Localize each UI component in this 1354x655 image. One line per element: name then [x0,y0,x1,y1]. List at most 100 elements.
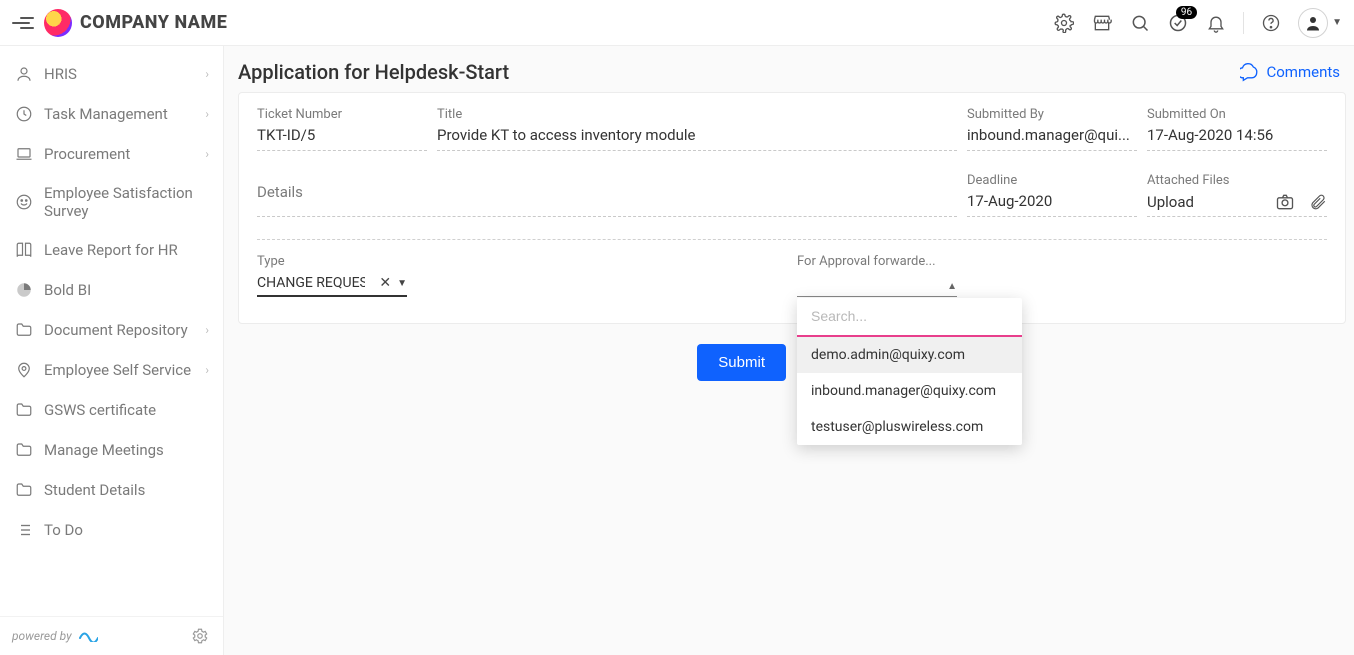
submitted-by-field: Submitted By inbound.manager@qui... [967,107,1137,151]
chevron-up-icon: ▲ [947,281,957,292]
form-card: Ticket Number TKT-ID/5 Title Provide KT … [238,92,1346,324]
title-field: Title Provide KT to access inventory mod… [437,107,957,151]
sidebar-item-procurement[interactable]: Procurement› [0,134,223,174]
page-title: Application for Helpdesk-Start [238,60,509,84]
sidebar-item-employee-satisfaction-survey[interactable]: Employee Satisfaction Survey [0,174,223,230]
powered-by-logo-icon [78,630,96,642]
menu-toggle-icon[interactable] [12,12,34,34]
deadline-field: Deadline 17-Aug-2020 [967,173,1137,217]
sidebar-item-label: GSWS certificate [44,401,209,419]
search-icon[interactable] [1129,12,1151,34]
ticket-number-label: Ticket Number [257,107,427,122]
chevron-down-icon: ▼ [1332,17,1342,28]
sidebar-item-label: Bold BI [44,281,209,299]
action-bar: Submit Cancel [238,324,1346,401]
folder-icon [14,440,34,460]
sidebar-item-label: Leave Report for HR [44,241,209,259]
sidebar-item-document-repository[interactable]: Document Repository› [0,310,223,350]
approval-field: For Approval forwarde... ▲ demo.admin@qu… [797,254,1327,297]
title-value: Provide KT to access inventory module [437,126,957,144]
separator [1243,12,1244,34]
sidebar-item-student-details[interactable]: Student Details [0,470,223,510]
sidebar-item-label: To Do [44,521,209,539]
clear-icon[interactable]: ✕ [379,275,391,291]
gear-icon[interactable] [1053,12,1075,34]
sidebar-footer: powered by [0,616,223,655]
sidebar-item-manage-meetings[interactable]: Manage Meetings [0,430,223,470]
chevron-right-icon: › [205,363,209,377]
attachment-icon[interactable] [1309,193,1327,211]
title-label: Title [437,107,957,122]
list-icon [14,520,34,540]
sidebar: HRIS›Task Management›Procurement›Employe… [0,46,224,655]
comments-link[interactable]: Comments [1240,62,1340,82]
chevron-right-icon: › [205,323,209,337]
sidebar-item-label: Student Details [44,481,209,499]
sidebar-item-label: Employee Satisfaction Survey [44,184,209,220]
chevron-right-icon: › [205,107,209,121]
chevron-right-icon: › [205,67,209,81]
brand-text: COMPANY NAME [80,12,227,33]
sidebar-item-employee-self-service[interactable]: Employee Self Service› [0,350,223,390]
bell-icon[interactable] [1205,12,1227,34]
laptop-icon [14,144,34,164]
chevron-right-icon: › [205,147,209,161]
attached-files-field: Attached Files Upload [1147,173,1327,217]
chevron-down-icon: ▼ [397,278,407,289]
folder-icon [14,320,34,340]
store-icon[interactable] [1091,12,1113,34]
clock-icon [14,104,34,124]
piechart-icon [14,280,34,300]
help-icon[interactable] [1260,12,1282,34]
details-field[interactable]: Details [257,183,957,217]
deadline-value: 17-Aug-2020 [967,192,1137,210]
user-menu[interactable]: ▼ [1298,8,1342,38]
brand-logo-icon [44,9,72,37]
avatar-icon [1298,8,1328,38]
sidebar-settings-icon[interactable] [189,625,211,647]
sidebar-item-label: Procurement [44,145,205,163]
sidebar-item-bold-bi[interactable]: Bold BI [0,270,223,310]
sidebar-item-hris[interactable]: HRIS› [0,54,223,94]
dropdown-search [797,298,1022,337]
dropdown-option[interactable]: testuser@pluswireless.com [797,409,1022,445]
sidebar-item-label: Manage Meetings [44,441,209,459]
sidebar-item-task-management[interactable]: Task Management› [0,94,223,134]
upload-button[interactable]: Upload [1147,193,1261,211]
sidebar-item-label: Document Repository [44,321,205,339]
sidebar-item-leave-report-for-hr[interactable]: Leave Report for HR [0,230,223,270]
sidebar-item-label: Task Management [44,105,205,123]
sidebar-item-gsws-certificate[interactable]: GSWS certificate [0,390,223,430]
user-icon [14,64,34,84]
pin-icon [14,360,34,380]
comments-label: Comments [1266,63,1340,81]
attached-files-label: Attached Files [1147,173,1327,188]
comments-icon [1240,62,1260,82]
submitted-by-label: Submitted By [967,107,1137,122]
type-value: CHANGE REQUEST [257,275,365,291]
brand[interactable]: COMPANY NAME [44,9,227,37]
approval-dropdown: demo.admin@quixy.cominbound.manager@quix… [797,298,1022,445]
ticket-number-value: TKT-ID/5 [257,126,427,144]
divider [257,239,1327,240]
ticket-number-field: Ticket Number TKT-ID/5 [257,107,427,151]
dropdown-option[interactable]: demo.admin@quixy.com [797,337,1022,373]
approval-label: For Approval forwarde... [797,254,1327,269]
approval-select[interactable]: ▲ [797,273,957,297]
submit-button[interactable]: Submit [697,344,786,381]
sidebar-item-label: Employee Self Service [44,361,205,379]
type-field: Type CHANGE REQUEST ✕ ▼ [257,254,777,297]
notification-count-badge: 96 [1176,6,1197,19]
sidebar-item-label: HRIS [44,65,205,83]
sidebar-item-to-do[interactable]: To Do [0,510,223,550]
tasks-badge-icon[interactable]: 96 [1167,12,1189,34]
submitted-on-field: Submitted On 17-Aug-2020 14:56 [1147,107,1327,151]
main-content: Application for Helpdesk-Start Comments … [224,46,1354,655]
type-select[interactable]: CHANGE REQUEST ✕ ▼ [257,273,407,297]
deadline-label: Deadline [967,173,1137,188]
dropdown-search-input[interactable] [811,308,1008,324]
submitted-on-value: 17-Aug-2020 14:56 [1147,126,1327,144]
camera-icon[interactable] [1275,192,1295,212]
details-label: Details [257,183,957,201]
dropdown-option[interactable]: inbound.manager@quixy.com [797,373,1022,409]
